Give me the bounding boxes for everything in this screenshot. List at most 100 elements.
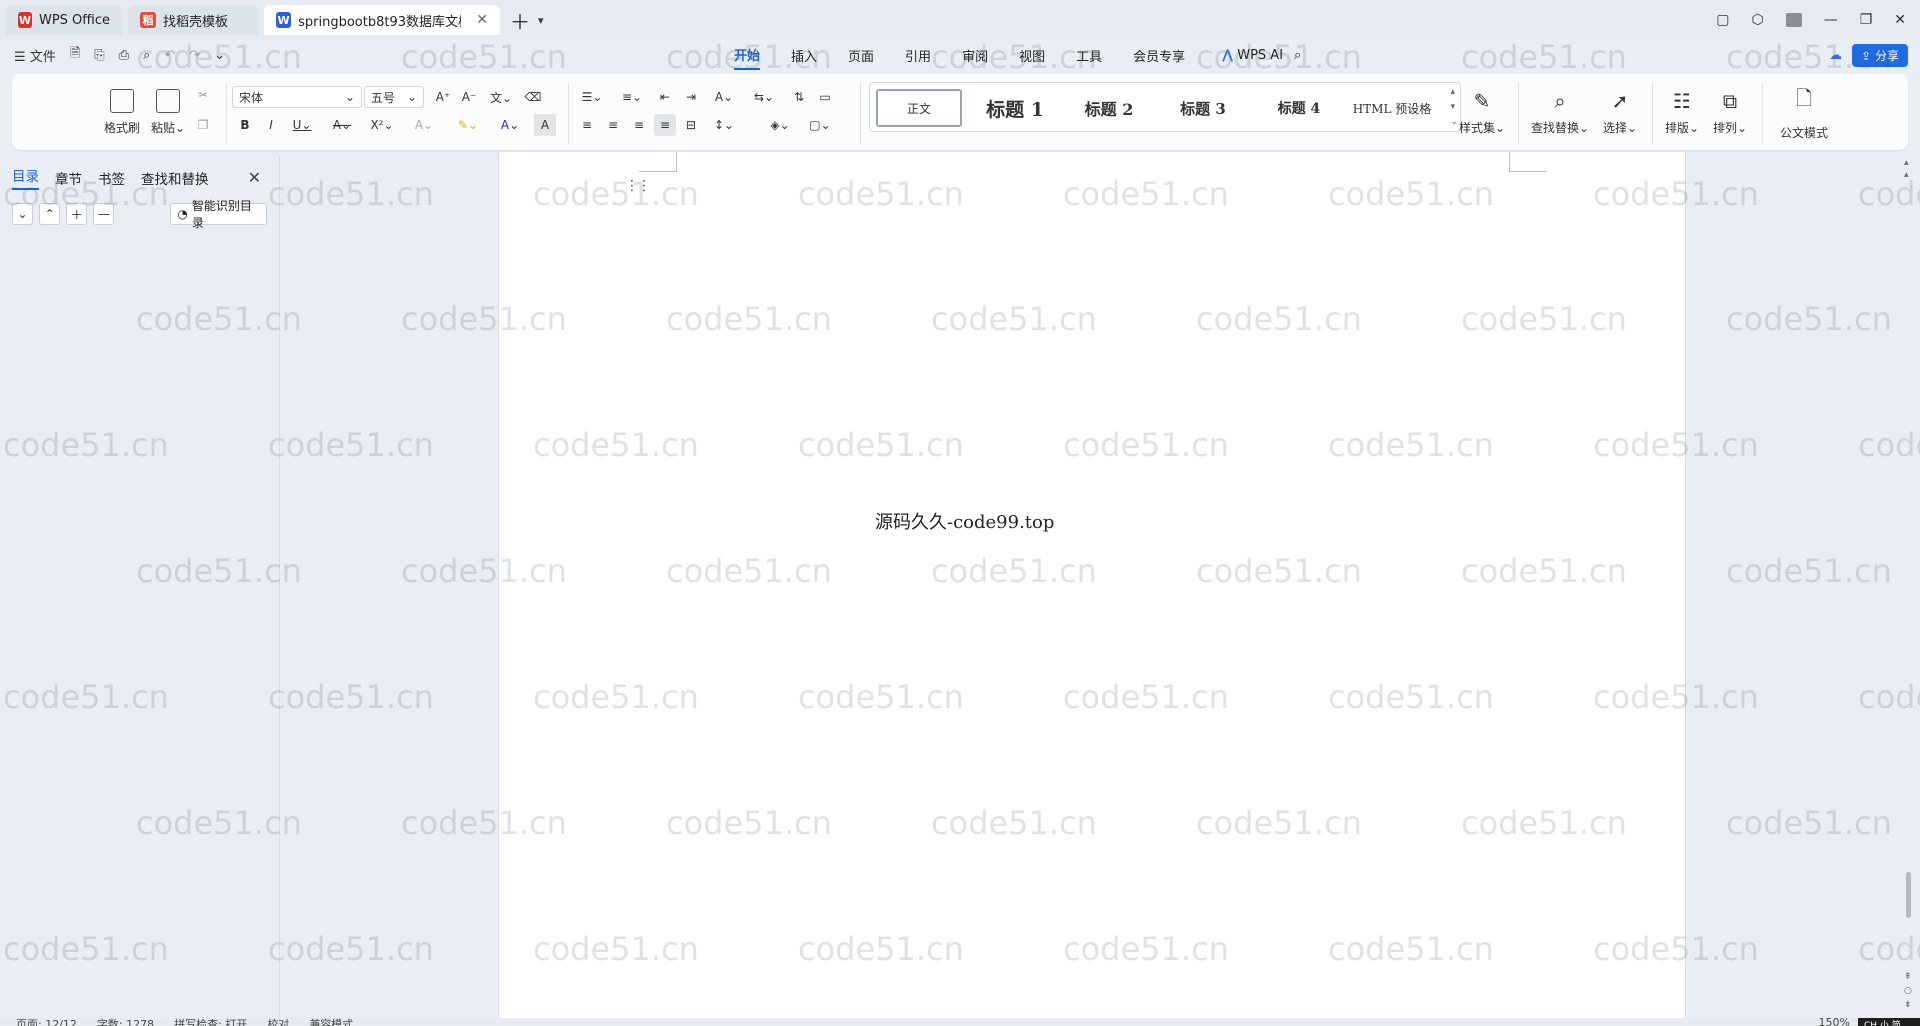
style-normal[interactable]: 正文 (876, 89, 962, 127)
search-icon[interactable]: ⌕ (1294, 44, 1301, 67)
menu-tab-view[interactable]: 视图 (1019, 42, 1045, 69)
menu-tab-insert[interactable]: 插入 (791, 42, 817, 69)
menu-tab-page[interactable]: 页面 (848, 42, 874, 69)
superscript-icon[interactable]: X²⌄ (366, 114, 398, 136)
bold-icon[interactable]: B (234, 114, 256, 136)
format-painter-button[interactable]: 格式刷 (100, 84, 144, 140)
style-heading-2[interactable]: 标题 2 (1066, 93, 1152, 123)
print-icon[interactable]: ⎙ (119, 48, 129, 63)
scroll-up-icon[interactable]: ▴ (1904, 170, 1909, 180)
scroll-up-icon[interactable]: ▴ (1904, 158, 1909, 168)
drag-handle-icon[interactable]: ⋮⋮ (625, 178, 651, 194)
align-center-icon[interactable]: ≡ (602, 114, 624, 136)
underline-icon[interactable]: U⌄ (286, 114, 318, 136)
select-browse-icon[interactable]: ○ (1904, 986, 1912, 996)
nav-tab-find-replace[interactable]: 查找和替换 (141, 168, 209, 188)
style-heading-4[interactable]: 标题 4 (1256, 93, 1342, 123)
tab-wps-office[interactable]: W WPS Office (6, 5, 122, 35)
cloud-sync-icon[interactable]: ☁ (1829, 48, 1842, 63)
highlight-icon[interactable]: ✎⌄ (450, 114, 486, 136)
style-set-button[interactable]: ✎ 样式集⌄ (1456, 84, 1508, 140)
page-count[interactable]: 页面: 12/12 (16, 1018, 77, 1026)
font-size-select[interactable]: 五号 ⌄ (364, 86, 424, 108)
nav-tab-sections[interactable]: 章节 (55, 168, 82, 188)
align-left-icon[interactable]: ≡ (576, 114, 598, 136)
menu-tab-home[interactable]: 开始 (734, 41, 761, 70)
word-count[interactable]: 字数: 1278 (97, 1018, 154, 1026)
menu-tab-tools[interactable]: 工具 (1076, 42, 1102, 69)
cube-icon[interactable]: ⬡ (1751, 12, 1763, 28)
restore-icon[interactable]: ❐ (1860, 12, 1873, 28)
next-page-icon[interactable]: ⇟ (1904, 1000, 1912, 1010)
scroll-thumb[interactable] (1906, 872, 1911, 918)
line-spacing-icon[interactable]: ↕⌄ (706, 114, 742, 136)
style-heading-1[interactable]: 标题 1 (970, 93, 1060, 123)
save-icon[interactable]: 🗎 (70, 44, 80, 66)
increase-indent-icon[interactable]: ⇥ (680, 86, 702, 108)
chevron-down-icon[interactable]: ⌄ (214, 48, 225, 63)
clear-format-icon[interactable]: ⌫ (522, 86, 544, 108)
close-tab-icon[interactable]: ✕ (476, 12, 488, 28)
close-window-icon[interactable]: ✕ (1894, 12, 1906, 28)
italic-icon[interactable]: I (260, 114, 282, 136)
select-button[interactable]: ➚ 选择⌄ (1598, 84, 1642, 140)
menu-tab-references[interactable]: 引用 (905, 42, 931, 69)
chevron-down-icon[interactable]: ▾ (538, 14, 544, 27)
decrease-indent-icon[interactable]: ⇤ (654, 86, 676, 108)
shrink-font-icon[interactable]: A⁻ (458, 86, 480, 108)
nav-tab-bookmarks[interactable]: 书签 (98, 168, 125, 188)
menu-tab-review[interactable]: 审阅 (962, 42, 988, 69)
redo-icon[interactable]: ↷ (189, 48, 200, 63)
cut-icon[interactable]: ✂ (192, 84, 214, 106)
menu-tab-member[interactable]: 会员专享 (1133, 42, 1185, 69)
numbered-list-icon[interactable]: ≡⌄ (616, 86, 648, 108)
font-color-icon[interactable]: A⌄ (492, 114, 528, 136)
new-tab-icon[interactable]: ＋ (510, 6, 530, 35)
expand-all-icon[interactable]: ⌄ (12, 203, 34, 225)
style-heading-3[interactable]: 标题 3 (1160, 93, 1246, 123)
bullet-list-icon[interactable]: ☰⌄ (576, 86, 608, 108)
vertical-scrollbar[interactable]: ▴ ▴ ⇞ ○ ⇟ (1900, 156, 1918, 1018)
text-direction-icon[interactable]: A⌄ (708, 86, 740, 108)
az-sort-icon[interactable]: ⇅ (788, 86, 810, 108)
paste-button[interactable]: 粘贴⌄ (148, 84, 188, 140)
window-layout-icon[interactable]: ▢ (1716, 12, 1729, 28)
text-effect-icon[interactable]: A⌄ (408, 114, 440, 136)
collapse-all-icon[interactable]: ⌃ (39, 203, 61, 225)
official-doc-mode-button[interactable]: 🗋 公文模式 (1772, 84, 1836, 140)
shading-icon[interactable]: ◈⌄ (764, 114, 796, 136)
share-button[interactable]: ⇪ 分享 (1852, 43, 1908, 67)
document-text[interactable]: 源码久久-code99.top (875, 508, 1054, 534)
justify-icon[interactable]: ≡ (654, 114, 676, 136)
tab-docer-templates[interactable]: 稻 找稻壳模板 (128, 5, 258, 35)
ime-indicator[interactable]: CH 小 简 (1858, 1018, 1920, 1026)
remove-heading-icon[interactable]: — (93, 203, 115, 225)
sort-icon[interactable]: ⇆⌄ (748, 86, 780, 108)
prev-page-icon[interactable]: ⇞ (1904, 972, 1912, 982)
distribute-icon[interactable]: ⊟ (680, 114, 702, 136)
arrange-button[interactable]: ⧉ 排列⌄ (1708, 84, 1752, 140)
print-preview-icon[interactable]: ⌕ (143, 48, 150, 63)
proofread[interactable]: 校对 (267, 1018, 289, 1026)
strikethrough-icon[interactable]: A⌄ (326, 114, 358, 136)
border-icon[interactable]: ▢⌄ (804, 114, 836, 136)
spell-check[interactable]: 拼写检查: 打开 (174, 1018, 247, 1026)
font-name-select[interactable]: 宋体 ⌄ (232, 86, 362, 108)
wps-ai-button[interactable]: ⋀ WPS AI (1222, 44, 1283, 67)
show-marks-icon[interactable]: ▭ (814, 86, 836, 108)
undo-icon[interactable]: ↶ (164, 48, 175, 63)
grow-font-icon[interactable]: A⁺ (432, 86, 454, 108)
smart-toc-button[interactable]: ◔ 智能识别目录 (170, 199, 267, 230)
align-right-icon[interactable]: ≡ (628, 114, 650, 136)
file-menu[interactable]: ☰ 文件 (14, 46, 56, 65)
export-icon[interactable]: ⎘ (94, 48, 104, 63)
phonetic-icon[interactable]: 文⌄ (486, 86, 516, 108)
avatar[interactable] (1785, 13, 1802, 27)
close-pane-icon[interactable]: ✕ (248, 168, 261, 187)
copy-icon[interactable]: ❐ (192, 114, 214, 136)
style-html-preformatted[interactable]: HTML 预设格 (1346, 93, 1438, 123)
minimize-icon[interactable]: — (1824, 12, 1838, 28)
layout-button[interactable]: ☷ 排版⌄ (1660, 84, 1704, 140)
document-page[interactable]: ⋮⋮ 源码久久-code99.top (498, 152, 1686, 1018)
nav-tab-toc[interactable]: 目录 (12, 165, 39, 190)
